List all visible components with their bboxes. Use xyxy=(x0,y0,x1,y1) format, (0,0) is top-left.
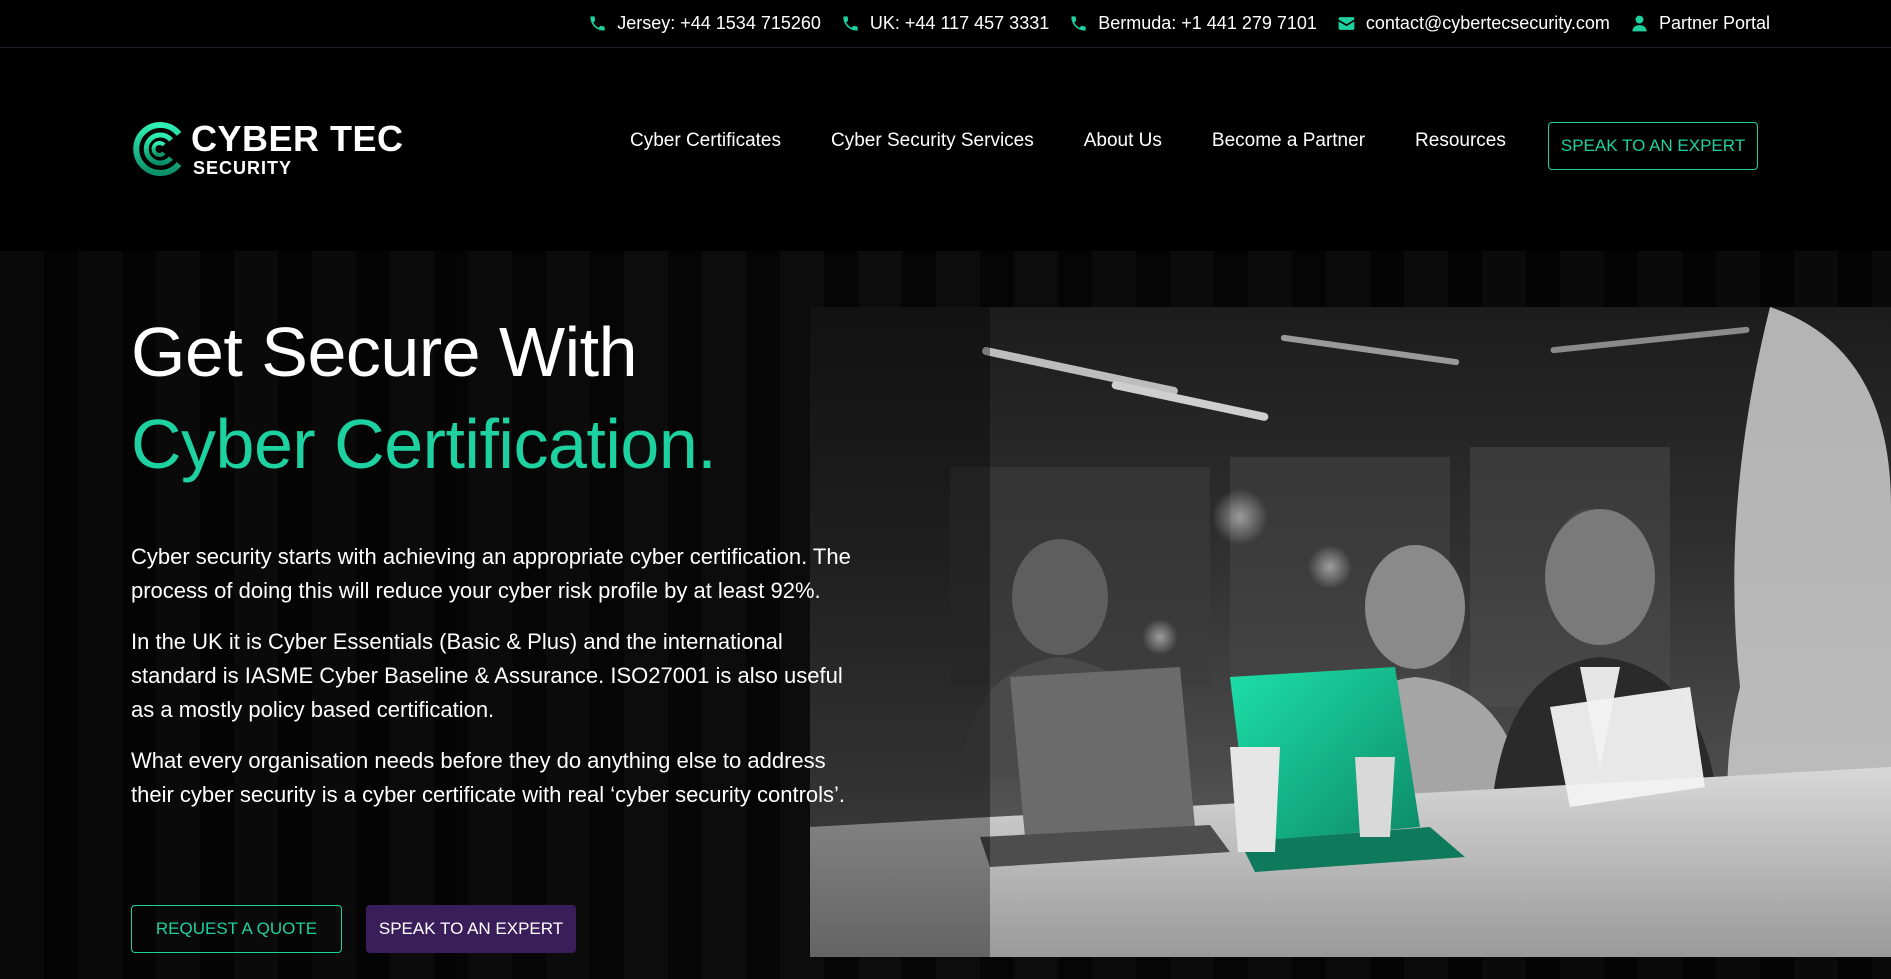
hero-description: Cyber security starts with achieving an … xyxy=(131,540,881,812)
contact-email[interactable]: contact@cybertecsecurity.com xyxy=(1337,13,1610,34)
office-meeting-illustration xyxy=(810,307,1891,957)
hero-paragraph-1: Cyber security starts with achieving an … xyxy=(131,544,851,603)
nav-item-resources[interactable]: Resources xyxy=(1415,130,1506,152)
nav-item-become-a-partner[interactable]: Become a Partner xyxy=(1212,130,1365,152)
phone-icon xyxy=(1071,15,1086,31)
contact-label: Bermuda: +1 441 279 7101 xyxy=(1098,12,1317,33)
cybertec-logo[interactable]: CYBER TEC SECURITY xyxy=(131,120,404,178)
hero-section: Get Secure With Cyber Certification. Cyb… xyxy=(0,251,1891,979)
logo-name: CYBER TEC xyxy=(191,118,404,159)
logo-subtitle: SECURITY xyxy=(193,158,293,178)
hero-paragraph-2: In the UK it is Cyber Essentials (Basic … xyxy=(131,629,843,722)
hero-paragraph-3: What every organisation needs before the… xyxy=(131,748,846,807)
hero-title-line-1: Get Secure With xyxy=(131,313,638,391)
nav-item-cyber-security-services[interactable]: Cyber Security Services xyxy=(831,130,1034,152)
logo-mark-icon xyxy=(133,122,182,176)
contact-uk-phone[interactable]: UK: +44 117 457 3331 xyxy=(841,13,1049,34)
contact-label: Partner Portal xyxy=(1658,12,1770,33)
nav-item-cyber-certificates[interactable]: Cyber Certificates xyxy=(630,130,781,152)
nav-item-about-us[interactable]: About Us xyxy=(1084,130,1162,152)
contact-label: contact@cybertecsecurity.com xyxy=(1365,12,1610,33)
hero-team-photo xyxy=(810,307,1891,957)
user-icon xyxy=(1632,15,1647,31)
partner-portal-link[interactable]: Partner Portal xyxy=(1630,13,1770,34)
contact-label: UK: +44 117 457 3331 xyxy=(869,12,1050,33)
speak-to-expert-hero-button[interactable]: SPEAK TO AN EXPERT xyxy=(366,905,576,953)
phone-icon xyxy=(843,15,858,31)
hero-actions: REQUEST A QUOTE SPEAK TO AN EXPERT xyxy=(131,905,576,953)
phone-icon xyxy=(590,15,605,31)
site-header: CYBER TEC SECURITY Cyber Certificates Cy… xyxy=(0,48,1891,251)
contact-jersey-phone[interactable]: Jersey: +44 1534 715260 xyxy=(588,13,821,34)
hero-title: Get Secure With Cyber Certification. xyxy=(131,306,881,490)
top-contact-bar: Jersey: +44 1534 715260 UK: +44 117 457 … xyxy=(0,0,1891,48)
envelope-icon xyxy=(1338,16,1355,30)
contact-bermuda-phone[interactable]: Bermuda: +1 441 279 7101 xyxy=(1069,13,1317,34)
contact-label: Jersey: +44 1534 715260 xyxy=(617,12,821,33)
hero-title-line-2: Cyber Certification. xyxy=(131,405,717,483)
request-quote-button[interactable]: REQUEST A QUOTE xyxy=(131,905,342,953)
speak-to-expert-header-button[interactable]: SPEAK TO AN EXPERT xyxy=(1548,122,1758,170)
hero-text-block: Get Secure With Cyber Certification. Cyb… xyxy=(131,306,881,829)
main-nav: Cyber Certificates Cyber Security Servic… xyxy=(630,130,1506,152)
